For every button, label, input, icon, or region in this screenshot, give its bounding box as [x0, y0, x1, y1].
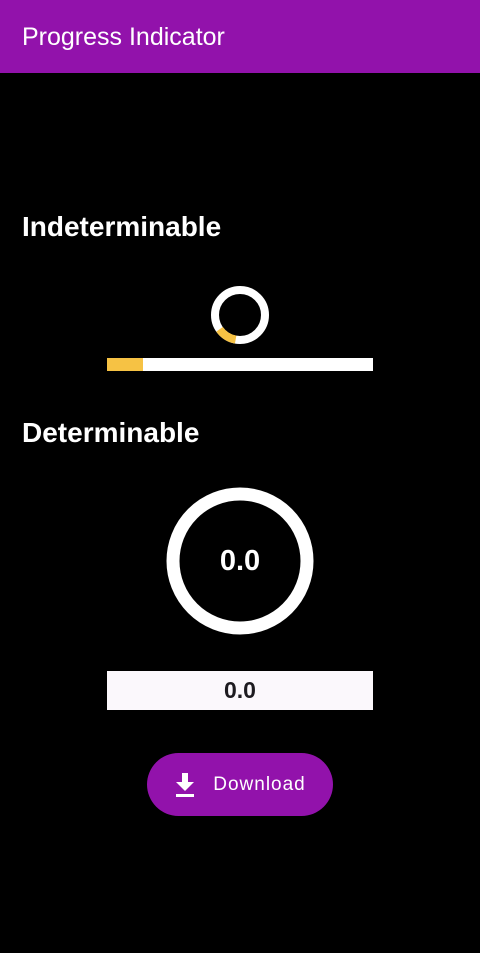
app-bar-title: Progress Indicator [22, 23, 225, 51]
indeterminate-linear-progress-fill [107, 358, 143, 371]
determinate-circular-value: 0.0 [219, 544, 261, 577]
determinable-heading: Determinable [22, 417, 200, 448]
app-bar: Progress Indicator [0, 0, 480, 73]
determinate-linear-progress: 0.0 [107, 671, 373, 710]
indeterminate-circular-progress [211, 286, 269, 344]
indeterminable-heading: Indeterminable [22, 211, 222, 242]
determinate-linear-value: 0.0 [224, 677, 256, 703]
indeterminate-linear-progress [107, 358, 373, 371]
download-button[interactable]: Download [147, 753, 333, 816]
download-button-label: Download [213, 773, 306, 795]
download-icon [176, 772, 195, 797]
